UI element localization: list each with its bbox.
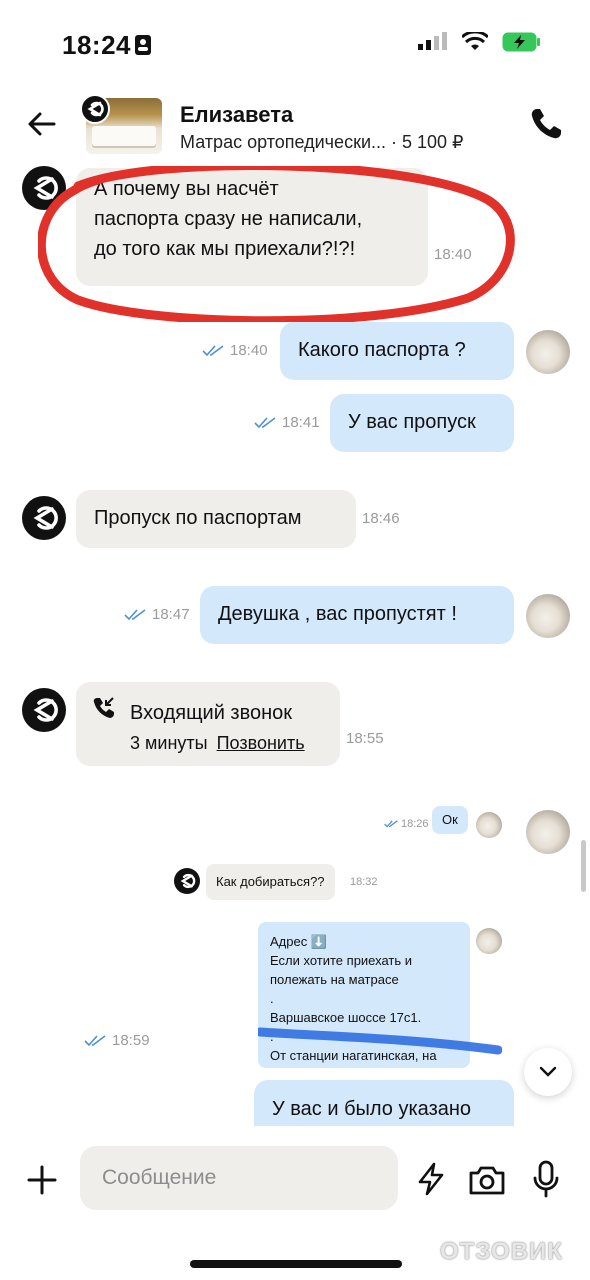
embedded-question: Как добираться?? [206, 864, 335, 900]
embedded-line: Адрес ⬇️ [270, 934, 328, 949]
watermark: ОТЗОВИК [440, 1238, 563, 1265]
read-ticks-icon [254, 416, 276, 428]
embedded-line: Если хотите приехать и [270, 953, 413, 968]
id-card-icon [135, 35, 151, 55]
cellular-signal-icon [418, 32, 447, 50]
embedded-text: Как добираться?? [216, 874, 325, 889]
phone-call-icon[interactable] [528, 106, 564, 142]
embedded-meta: 18:26 [384, 818, 429, 830]
seller-logo-icon [33, 698, 58, 722]
battery-charging-icon [502, 32, 540, 52]
incoming-call-icon [93, 697, 114, 718]
message-time: 18:46 [362, 510, 400, 527]
sender-avatar [22, 688, 66, 732]
message-time: 18:55 [346, 730, 384, 747]
message-meta: 18:47 [124, 606, 190, 623]
callback-link[interactable]: Позвонить [217, 733, 305, 753]
embedded-time: 18:26 [401, 818, 429, 830]
seller-logo-icon [87, 101, 104, 117]
image-attachment[interactable]: Ок 18:26 Как добираться?? 18:32 Адрес ⬇️… [170, 794, 510, 1074]
sender-avatar [22, 496, 66, 540]
embedded-message-ok: Ок [432, 806, 468, 834]
call-duration: 3 минуты [130, 733, 208, 753]
embedded-avatar [174, 868, 200, 894]
my-avatar [526, 810, 570, 854]
read-ticks-icon [124, 608, 146, 620]
message-text: Девушка , вас пропустят ! [218, 603, 457, 625]
message-meta: 18:40 [202, 342, 268, 359]
status-bar: 18:24 [0, 0, 590, 88]
embedded-avatar [476, 928, 502, 954]
message-time: 18:47 [152, 606, 190, 623]
message-bubble-incoming[interactable]: Пропуск по паспортам [76, 490, 356, 548]
read-ticks-icon [202, 344, 224, 356]
plus-icon[interactable] [26, 1164, 58, 1196]
read-ticks-icon [384, 820, 398, 828]
message-bubble-outgoing[interactable]: Девушка , вас пропустят ! [200, 586, 514, 644]
contact-name[interactable]: Елизавета [180, 102, 293, 128]
read-ticks-icon [84, 1034, 106, 1046]
listing-title: Матрас ортопедически... [180, 132, 386, 152]
message-time: 18:41 [282, 414, 320, 431]
chat-header: Елизавета Матрас ортопедически... · 5 10… [0, 88, 590, 166]
home-indicator[interactable] [190, 1260, 402, 1268]
message-input[interactable] [80, 1146, 398, 1210]
message-list[interactable]: А почему вы насчёт паспорта сразу не нап… [0, 166, 590, 1126]
seller-logo-icon [180, 873, 196, 889]
camera-icon[interactable] [468, 1164, 506, 1196]
seller-avatar [80, 94, 110, 124]
message-time: 18:59 [112, 1032, 150, 1049]
message-text: У вас и было указано [272, 1098, 472, 1120]
call-bubble[interactable]: Входящий звонок 3 минуты Позвонить [76, 682, 340, 766]
my-avatar [526, 594, 570, 638]
back-arrow-icon[interactable] [24, 106, 60, 142]
call-title: Входящий звонок [130, 702, 293, 724]
embedded-line: полежать на матрасе [270, 972, 399, 987]
message-text: Пропуск по паспортам [94, 507, 302, 529]
message-bubble-outgoing[interactable]: Какого паспорта ? [280, 322, 514, 380]
message-meta: 18:59 [84, 1032, 150, 1049]
microphone-icon[interactable] [532, 1160, 560, 1198]
seller-logo-icon [33, 506, 58, 530]
embedded-text: Ок [442, 812, 458, 827]
embedded-avatar [476, 812, 502, 838]
embedded-line: . [270, 991, 274, 1006]
wifi-icon [462, 32, 488, 50]
listing-price: · 5 100 ₽ [391, 132, 464, 152]
embedded-time: 18:32 [350, 876, 378, 888]
scroll-to-bottom-button[interactable] [524, 1048, 572, 1096]
lightning-icon[interactable] [416, 1162, 446, 1196]
my-avatar [526, 330, 570, 374]
blue-strike-mark [258, 1027, 502, 1055]
chevron-down-icon [539, 1066, 557, 1077]
red-highlight-circle [38, 166, 515, 322]
scrollbar-thumb[interactable] [581, 840, 586, 892]
status-time: 18:24 [62, 30, 131, 60]
composer-bar [0, 1126, 590, 1236]
message-bubble-outgoing[interactable]: У вас пропуск [330, 394, 514, 452]
message-text: У вас пропуск [348, 411, 476, 433]
listing-summary[interactable]: Матрас ортопедически... · 5 100 ₽ [180, 132, 464, 153]
message-text: Какого паспорта ? [298, 339, 466, 361]
message-bubble-outgoing[interactable]: У вас и было указано [254, 1080, 514, 1126]
message-meta: 18:41 [254, 414, 320, 431]
message-time: 18:40 [230, 342, 268, 359]
